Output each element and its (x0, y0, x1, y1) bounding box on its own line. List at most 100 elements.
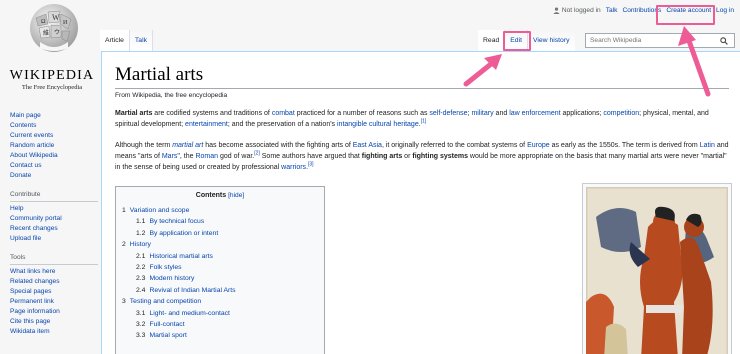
toc-item-label: Testing and competition (129, 298, 202, 306)
sidebar-item-random-article[interactable]: Random article (10, 141, 102, 151)
link-latin[interactable]: Latin (700, 142, 715, 149)
toc-item-number: 2.2 (136, 264, 146, 272)
sidebar-nav: Main page Contents Current events Random… (10, 111, 102, 181)
toc-item-label: Full-contact (149, 321, 185, 329)
sidebar-item-current-events[interactable]: Current events (10, 131, 102, 141)
toc-item[interactable]: 2.2 Folk styles (122, 262, 318, 273)
svg-text:И: И (63, 20, 68, 26)
sidebar-item-contents[interactable]: Contents (10, 121, 102, 131)
sidebar-item-what-links-here[interactable]: What links here (10, 267, 102, 277)
toc-item[interactable]: 1.1 By technical focus (122, 216, 318, 227)
article-image[interactable] (582, 183, 732, 354)
sidebar-item-about[interactable]: About Wikipedia (10, 151, 102, 161)
toc-hide-toggle[interactable]: [hide] (228, 192, 244, 199)
wikipedia-logo[interactable]: Ω W И 維 ウ WIKIPEDIA The Free Encyclopedi… (4, 0, 100, 100)
sidebar-item-permanent-link[interactable]: Permanent link (10, 297, 102, 307)
sidebar-item-upload-file[interactable]: Upload file (10, 234, 102, 244)
sidebar-item-community-portal[interactable]: Community portal (10, 214, 102, 224)
toc-item-label: Modern history (149, 275, 195, 283)
toc-item-label: By technical focus (149, 218, 205, 226)
link-east-asia[interactable]: East Asia (353, 142, 382, 149)
toc-item-number: 1 (122, 207, 126, 214)
annotation-arrow-create-account (678, 26, 711, 97)
toc-list: 1 Variation and scope 1.1 By technical focu… (122, 205, 318, 342)
sidebar-contribute-heading: Contribute (10, 190, 98, 202)
ref-3[interactable]: [3] (308, 162, 314, 168)
toc-item[interactable]: 2.3 Modern history (122, 273, 318, 284)
toc-item[interactable]: 1.2 By application or intent (122, 228, 318, 239)
intro-paragraph-1: Martial arts are codified systems and tr… (115, 108, 729, 130)
sidebar-item-help[interactable]: Help (10, 204, 102, 214)
text: Some authors have argued that (259, 153, 362, 160)
toc-item[interactable]: 2.4 Revival of Indian Martial Arts (122, 285, 318, 296)
toc-item-number: 3.2 (136, 321, 146, 329)
talk-link[interactable]: Talk (606, 7, 618, 14)
text: ; and the preservation of a nation's (227, 121, 337, 128)
toc-item-number: 3.3 (136, 332, 146, 340)
svg-text:Ω: Ω (41, 19, 46, 25)
text: , it originally referred to the combat s… (381, 142, 528, 149)
link-intangible-heritage[interactable]: intangible cultural heritage (337, 121, 419, 128)
user-icon (553, 7, 560, 14)
svg-text:維: 維 (43, 29, 49, 37)
link-law-enforcement[interactable]: law enforcement (509, 110, 560, 117)
sidebar-contribute: Help Community portal Recent changes Upl… (10, 204, 102, 244)
toc-item-number: 3.1 (136, 309, 146, 317)
sidebar-item-recent-changes[interactable]: Recent changes (10, 224, 102, 234)
toc-item[interactable]: 3.2 Full-contact (122, 319, 318, 330)
link-military[interactable]: military (471, 110, 493, 117)
toc-item-label: Martial sport (149, 332, 187, 340)
tab-talk[interactable]: Talk (129, 30, 153, 51)
sidebar-item-main-page[interactable]: Main page (10, 111, 102, 121)
content-area: Martial arts From Wikipedia, the free en… (101, 51, 740, 354)
toc-item[interactable]: 3.1 Light- and medium-contact (122, 308, 318, 319)
toc-item-label: Light- and medium-contact (149, 309, 230, 317)
not-logged-in-label: Not logged in (561, 7, 601, 14)
tab-view-history[interactable]: View history (527, 30, 575, 51)
toc-item[interactable]: 3 Testing and competition (122, 296, 318, 307)
link-competition[interactable]: competition (603, 110, 639, 117)
intro-paragraph-2: Although the term martial art has become… (115, 140, 729, 173)
text: has become associated with the fighting … (203, 142, 353, 149)
title-divider (115, 88, 729, 89)
term-bold: fighting arts (361, 153, 403, 160)
text: applications; (560, 110, 604, 117)
sidebar-item-page-information[interactable]: Page information (10, 307, 102, 317)
toc-item[interactable]: 3.3 Martial sport (122, 330, 318, 341)
toc-item[interactable]: 2.1 Historical martial arts (122, 251, 318, 262)
svg-text:W: W (52, 13, 60, 22)
toc-item-label: Variation and scope (129, 207, 190, 214)
ref-1[interactable]: [1] (421, 119, 427, 125)
sidebar-item-donate[interactable]: Donate (10, 171, 102, 181)
toc-title: Contents (195, 192, 227, 199)
toc-item-label: By application or intent (149, 229, 219, 237)
namespace-tabs: Article Talk (100, 30, 153, 51)
link-martial-art[interactable]: martial art (172, 142, 203, 149)
toc-item[interactable]: 2 History (122, 239, 318, 250)
annotation-arrow-edit (463, 54, 502, 87)
sidebar-item-special-pages[interactable]: Special pages (10, 287, 102, 297)
log-in-link[interactable]: Log in (716, 7, 734, 14)
tab-read[interactable]: Read (478, 30, 506, 51)
sidebar-item-cite-page[interactable]: Cite this page (10, 317, 102, 327)
toc-item-label: History (129, 241, 151, 249)
link-warriors[interactable]: warriors (281, 164, 306, 171)
toc-item-number: 2.3 (136, 275, 146, 283)
text: and (493, 110, 510, 117)
term-bold: fighting systems (412, 153, 468, 160)
link-entertainment[interactable]: entertainment (185, 121, 228, 128)
text: ", the (177, 153, 196, 160)
link-mars[interactable]: Mars (162, 153, 178, 160)
link-roman[interactable]: Roman (195, 153, 218, 160)
toc-item[interactable]: 1 Variation and scope (122, 205, 318, 216)
sidebar-item-wikidata-item[interactable]: Wikidata item (10, 327, 102, 337)
link-combat[interactable]: combat (272, 110, 295, 117)
sidebar-item-related-changes[interactable]: Related changes (10, 277, 102, 287)
link-self-defense[interactable]: self-defense (429, 110, 467, 117)
toc-item-number: 1.1 (136, 218, 146, 226)
link-europe[interactable]: Europe (527, 142, 550, 149)
tab-article[interactable]: Article (100, 30, 130, 51)
toc-item-number: 1.2 (136, 229, 146, 237)
toc-item-label: Revival of Indian Martial Arts (149, 286, 236, 294)
sidebar-item-contact[interactable]: Contact us (10, 161, 102, 171)
